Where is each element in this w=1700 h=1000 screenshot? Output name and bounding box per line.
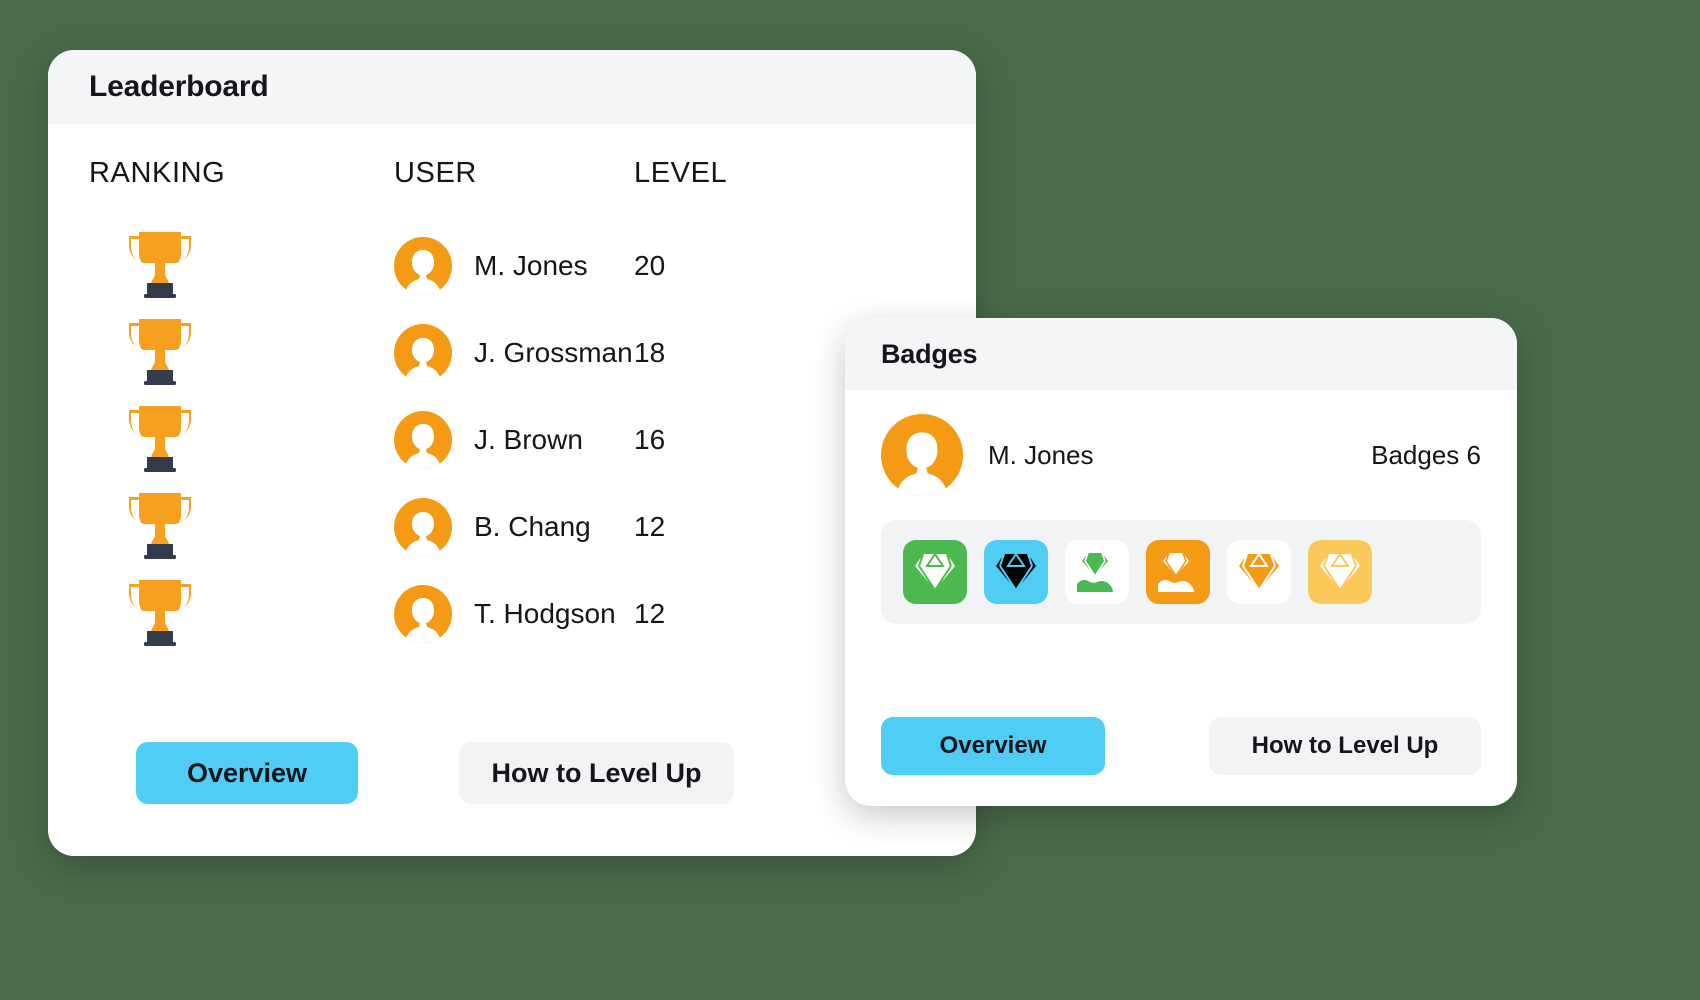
cell-level: 12 bbox=[634, 598, 814, 630]
user-name: J. Grossman bbox=[474, 336, 633, 368]
cell-user: J. Brown bbox=[394, 410, 634, 469]
avatar-female-icon bbox=[881, 414, 963, 496]
user-name: M. Jones bbox=[474, 249, 588, 281]
user-name: T. Hodgson bbox=[474, 597, 616, 629]
cell-level: 16 bbox=[634, 424, 814, 456]
cell-ranking bbox=[89, 487, 394, 566]
cell-level: 20 bbox=[634, 250, 814, 282]
cell-user: T. Hodgson bbox=[394, 584, 634, 643]
diamond-in-hand-icon bbox=[1155, 550, 1201, 594]
diamond-in-hand-icon bbox=[1074, 550, 1120, 594]
trophy-icon bbox=[127, 574, 193, 653]
cell-ranking bbox=[89, 574, 394, 653]
trophy-icon bbox=[127, 313, 193, 392]
column-header-ranking: RANKING bbox=[89, 156, 226, 189]
table-row[interactable]: J. Brown 16 bbox=[89, 396, 935, 483]
badge-diamond-hand-orange[interactable] bbox=[1146, 540, 1210, 604]
avatar-male-icon bbox=[394, 323, 452, 382]
badges-user-name: M. Jones bbox=[988, 439, 1094, 470]
table-row[interactable]: M. Jones 20 bbox=[89, 222, 935, 309]
cell-ranking bbox=[89, 400, 394, 479]
badge-strip bbox=[881, 520, 1481, 624]
badges-title: Badges bbox=[881, 338, 978, 369]
badges-user-row: M. Jones Badges 6 bbox=[881, 390, 1481, 520]
overview-button[interactable]: Overview bbox=[136, 742, 358, 804]
table-row[interactable]: T. Hodgson 12 bbox=[89, 570, 935, 657]
leaderboard-actions: Overview How to Level Up bbox=[136, 742, 935, 804]
badge-diamond-yellow[interactable] bbox=[1308, 540, 1372, 604]
badges-card: Badges M. Jones Badges 6 Overview How to… bbox=[845, 318, 1517, 806]
badge-diamond-white[interactable] bbox=[1227, 540, 1291, 604]
badge-diamond-cyan[interactable] bbox=[984, 540, 1048, 604]
avatar-female-icon bbox=[394, 584, 452, 643]
leaderboard-card: Leaderboard RANKING USER LEVEL M. Jones … bbox=[48, 50, 976, 856]
level-value: 12 bbox=[634, 510, 666, 542]
cell-level: 18 bbox=[634, 337, 814, 369]
table-row[interactable]: J. Grossman 18 bbox=[89, 309, 935, 396]
cell-ranking bbox=[89, 226, 394, 305]
diamond-icon bbox=[1318, 552, 1362, 592]
avatar-female-icon bbox=[394, 410, 452, 469]
level-value: 20 bbox=[634, 249, 666, 281]
cell-user: J. Grossman bbox=[394, 323, 634, 382]
trophy-icon bbox=[127, 487, 193, 566]
user-name: B. Chang bbox=[474, 510, 591, 542]
trophy-icon bbox=[127, 400, 193, 479]
badge-diamond-hand-green[interactable] bbox=[1065, 540, 1129, 604]
avatar-male-icon bbox=[394, 497, 452, 556]
badge-diamond-green[interactable] bbox=[903, 540, 967, 604]
leaderboard-column-headers: RANKING USER LEVEL bbox=[89, 124, 935, 222]
cell-ranking bbox=[89, 313, 394, 392]
level-value: 18 bbox=[634, 336, 666, 368]
leaderboard-title: Leaderboard bbox=[89, 70, 269, 103]
level-value: 12 bbox=[634, 597, 666, 629]
diamond-icon bbox=[1237, 552, 1281, 592]
level-value: 16 bbox=[634, 423, 666, 455]
diamond-icon bbox=[913, 552, 957, 592]
how-to-level-up-button[interactable]: How to Level Up bbox=[459, 742, 734, 804]
badges-actions: Overview How to Level Up bbox=[881, 717, 1481, 775]
trophy-icon bbox=[127, 226, 193, 305]
cell-level: 12 bbox=[634, 511, 814, 543]
badges-header: Badges bbox=[845, 318, 1517, 390]
column-header-level: LEVEL bbox=[634, 156, 728, 189]
badges-count: Badges 6 bbox=[1371, 439, 1481, 470]
table-row[interactable]: B. Chang 12 bbox=[89, 483, 935, 570]
cell-user: M. Jones bbox=[394, 236, 634, 295]
user-name: J. Brown bbox=[474, 423, 583, 455]
diamond-icon bbox=[994, 552, 1038, 592]
cell-user: B. Chang bbox=[394, 497, 634, 556]
badges-body: M. Jones Badges 6 Overview How to Level … bbox=[845, 390, 1517, 806]
how-to-level-up-button[interactable]: How to Level Up bbox=[1209, 717, 1481, 775]
column-header-user: USER bbox=[394, 156, 477, 189]
avatar-female-icon bbox=[394, 236, 452, 295]
leaderboard-body: RANKING USER LEVEL M. Jones 20 J. Grossm… bbox=[48, 124, 976, 856]
overview-button[interactable]: Overview bbox=[881, 717, 1105, 775]
leaderboard-header: Leaderboard bbox=[48, 50, 976, 124]
